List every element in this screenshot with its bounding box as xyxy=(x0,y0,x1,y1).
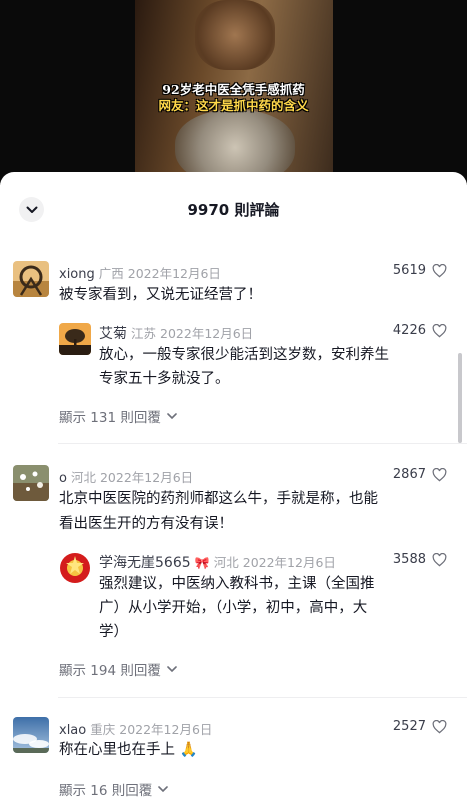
comment-text: 被专家看到，又说无证经营了！ xyxy=(59,287,262,303)
chevron-down-small-icon xyxy=(167,665,177,672)
reply-timestamp: 2022年12月6日 xyxy=(160,326,254,341)
timestamp: 2022年12月6日 xyxy=(127,266,221,281)
like-count: 4226 xyxy=(392,323,426,338)
reply-username[interactable]: 学海无崖5665 xyxy=(99,555,191,571)
comment-meta: o 河北 2022年12月6日 xyxy=(59,467,193,486)
comment-count-title: 9970 則評論 xyxy=(187,201,280,219)
like-count: 2867 xyxy=(392,467,426,482)
show-replies-label: 顯示 194 則回覆 xyxy=(59,663,161,679)
reply-avatar[interactable] xyxy=(59,323,91,355)
username[interactable]: xlao xyxy=(59,723,86,738)
avatar-image xyxy=(13,717,49,753)
comment-text-line2: 看出医生开的方有没有误！ xyxy=(59,516,233,532)
heart-outline-icon xyxy=(432,719,447,733)
video-content xyxy=(195,0,275,70)
chevron-down-small-icon xyxy=(167,412,177,419)
reply-location: 河北 xyxy=(213,555,239,570)
like-button[interactable]: 5619 xyxy=(393,263,447,278)
comment-meta: xlao 重庆 2022年12月6日 xyxy=(59,719,212,738)
location: 重庆 xyxy=(90,722,116,737)
comment-text: 称在心里也在手上 🙏 xyxy=(59,742,198,758)
reply-timestamp: 2022年12月6日 xyxy=(242,555,336,570)
chevron-down-small-icon xyxy=(158,785,169,792)
comments-header: 9970 則評論 xyxy=(0,172,467,244)
like-count: 5619 xyxy=(392,263,426,278)
reply-username[interactable]: 艾菊 xyxy=(99,326,127,342)
comments-sheet: 9970 則評論 xiong 广西 2022年12月6日 被专家看到，又说无证经营了… xyxy=(0,172,467,800)
video-caption-line2: 网友：这才是抓中药的含义 xyxy=(158,98,309,113)
show-replies-button[interactable]: 顯示 194 則回覆 xyxy=(59,659,177,679)
reply-avatar[interactable] xyxy=(59,552,91,584)
username[interactable]: xiong xyxy=(59,267,95,282)
divider xyxy=(58,697,467,698)
show-replies-button[interactable]: 顯示 131 則回覆 xyxy=(59,406,177,426)
reply-text-line1: 强烈建议，中医纳入教科书，主课（全国推 xyxy=(99,576,375,592)
avatar-image xyxy=(59,552,91,584)
video-player[interactable]: 92岁老中医全凭手感抓药 网友：这才是抓中药的含义 xyxy=(0,0,467,185)
avatar-image xyxy=(59,323,91,355)
like-count: 2527 xyxy=(392,719,426,734)
avatar-image xyxy=(13,261,49,297)
divider xyxy=(58,443,467,444)
avatar[interactable] xyxy=(13,465,49,501)
reply-text-line2: 专家五十多就没了。 xyxy=(99,371,230,387)
timestamp: 2022年12月6日 xyxy=(99,470,194,485)
location: 河北 xyxy=(70,470,96,485)
reply-text-line1: 放心，一般专家很少能活到这岁数，安利养生 xyxy=(99,347,389,363)
reply-like-button[interactable]: 4226 xyxy=(393,323,447,338)
avatar[interactable] xyxy=(13,717,49,753)
like-button[interactable]: 2527 xyxy=(393,719,447,734)
heart-outline-icon xyxy=(432,323,447,337)
reply-like-button[interactable]: 3588 xyxy=(393,552,447,567)
reply-meta: 艾菊 江苏 2022年12月6日 xyxy=(99,323,253,343)
reply-location: 江苏 xyxy=(131,326,157,341)
timestamp: 2022年12月6日 xyxy=(119,722,213,737)
username[interactable]: o xyxy=(59,471,67,486)
like-button[interactable]: 2867 xyxy=(393,467,447,482)
scrollbar[interactable] xyxy=(458,353,462,443)
heart-outline-icon xyxy=(432,263,447,277)
location: 广西 xyxy=(98,266,124,281)
show-replies-label: 顯示 16 則回覆 xyxy=(59,783,153,799)
reply-text-line2: 广）从小学开始，（小学，初中，高中，大 xyxy=(99,600,368,616)
show-replies-label: 顯示 131 則回覆 xyxy=(59,410,161,426)
comment-text-line1: 北京中医医院的药剂师都这么牛，手就是称，也能 xyxy=(59,491,378,507)
avatar[interactable] xyxy=(13,261,49,297)
reply-text-line3: 学） xyxy=(99,624,128,640)
comment-meta: xiong 广西 2022年12月6日 xyxy=(59,263,221,282)
reply-meta: 学海无崖5665 🎀 河北 2022年12月6日 xyxy=(99,552,336,572)
heart-outline-icon xyxy=(432,552,447,566)
user-badge-icon: 🎀 xyxy=(194,556,210,570)
avatar-image xyxy=(13,465,49,501)
show-replies-button[interactable]: 顯示 16 則回覆 xyxy=(59,779,169,799)
heart-outline-icon xyxy=(432,467,447,481)
like-count: 3588 xyxy=(392,552,426,567)
